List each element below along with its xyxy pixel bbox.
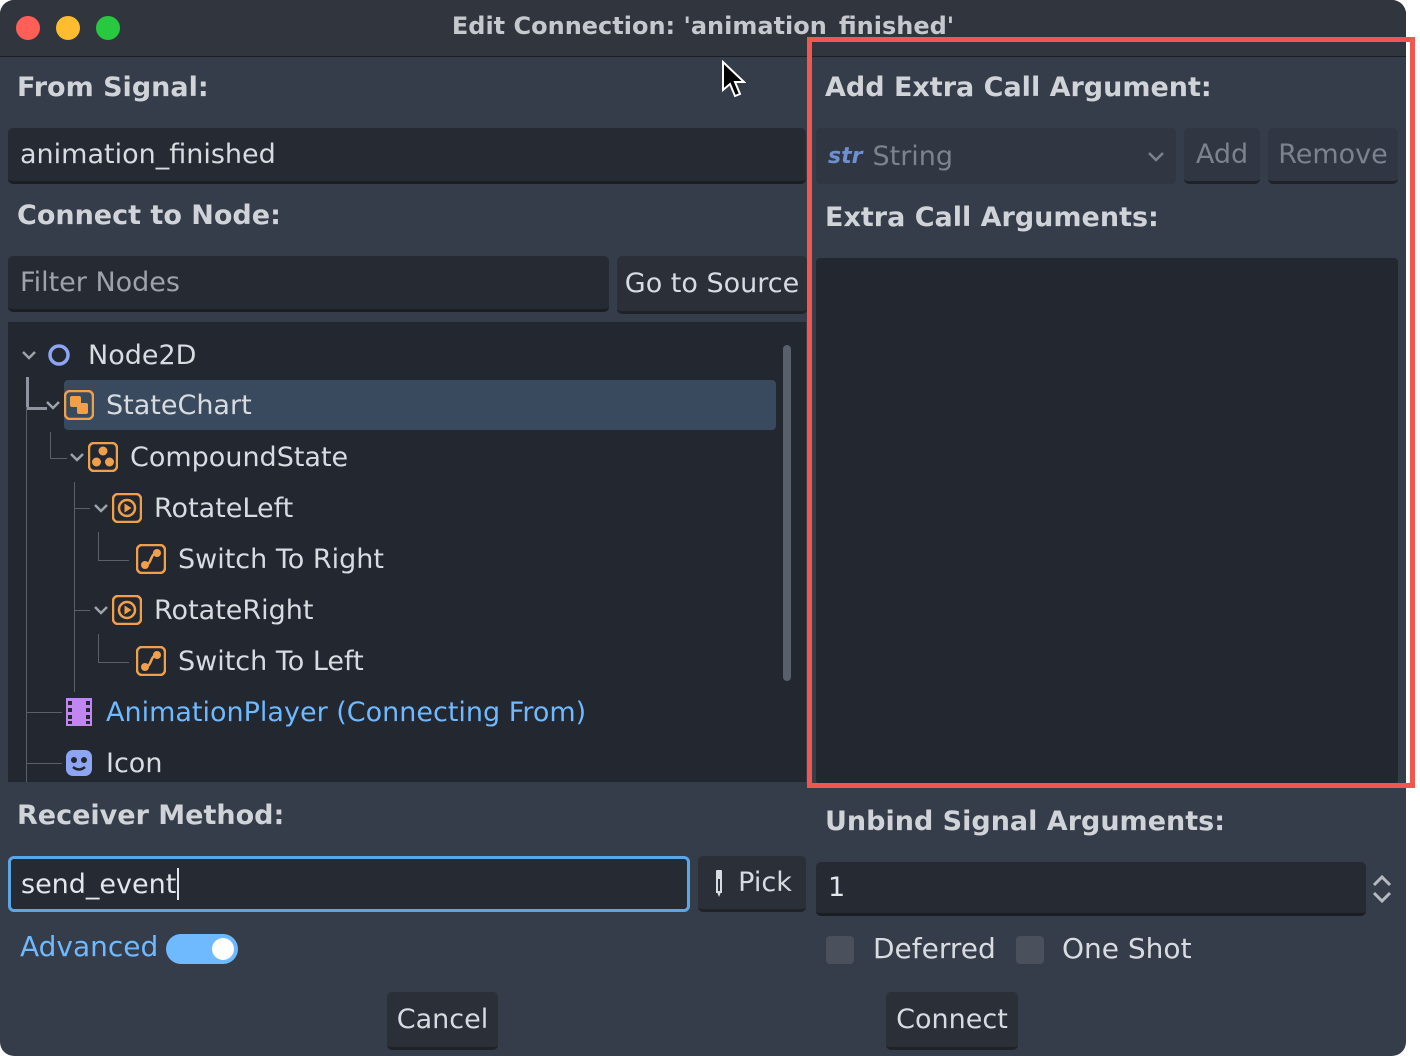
tree-item-label: Icon [106,747,163,779]
unbind-arguments-spinbox[interactable]: 1 [816,862,1366,916]
tree-item-animationplayer[interactable]: AnimationPlayer (Connecting From) [64,687,586,737]
node-tree[interactable]: Node2D StateChart CompoundState RotateLe… [8,322,806,782]
chevron-down-icon[interactable] [44,396,62,414]
deferred-checkbox[interactable] [826,936,854,964]
tree-item-compoundstate[interactable]: CompoundState [64,432,348,482]
filter-nodes-input[interactable]: Filter Nodes [8,256,609,312]
eyedropper-icon [716,869,723,897]
text-caret [177,868,180,900]
film-strip-icon [64,697,94,727]
tree-item-switch-to-right[interactable]: Switch To Right [136,534,384,584]
advanced-label: Advanced [20,930,159,963]
unbind-signal-arguments-label: Unbind Signal Arguments: [825,806,1226,837]
tree-guide [98,634,129,663]
tree-item-label: CompoundState [130,441,349,473]
atomic-state-icon [112,595,142,625]
cancel-button[interactable]: Cancel [387,992,498,1050]
tree-item-label: AnimationPlayer (Connecting From) [106,696,587,728]
spin-arrows-icon[interactable] [1370,874,1394,904]
tree-item-label: StateChart [106,389,252,421]
tree-item-label: RotateLeft [154,492,294,524]
statechart-icon [64,390,94,420]
tree-item-statechart[interactable]: StateChart [64,380,776,430]
tree-guide [26,763,62,764]
tree-item-label: Switch To Right [178,543,384,575]
connect-button[interactable]: Connect [886,992,1018,1050]
tree-item-label: Switch To Left [178,645,364,677]
highlight-box [807,37,1415,788]
advanced-toggle[interactable] [166,934,238,964]
pick-button-label: Pick [738,867,792,898]
one-shot-label: One Shot [1062,932,1192,965]
atomic-state-icon [112,493,142,523]
chevron-down-icon[interactable] [68,448,86,466]
node2d-circle-icon [44,340,74,370]
tree-item-rotateleft[interactable]: RotateLeft [88,483,293,533]
tree-item-icon[interactable]: Icon [64,738,162,782]
transition-icon [136,646,166,676]
connect-to-node-label: Connect to Node: [17,200,281,231]
tree-item-label: RotateRight [154,594,314,626]
godot-face-icon [64,748,94,778]
window-title: Edit Connection: 'animation_finished' [451,12,955,40]
pick-method-button[interactable]: Pick [698,856,806,912]
chevron-down-icon[interactable] [20,346,38,364]
chevron-down-icon[interactable] [92,601,110,619]
receiver-method-value: send_event [21,868,177,900]
toggle-knob [212,938,234,960]
compound-state-icon [88,442,118,472]
tree-item-rotateright[interactable]: RotateRight [88,585,314,635]
receiver-method-input[interactable]: send_event [8,856,690,912]
tree-guide [74,482,75,692]
tree-guide [26,407,27,782]
tree-guide [98,532,129,561]
deferred-label: Deferred [873,932,996,965]
go-to-source-button[interactable]: Go to Source [617,256,807,314]
mouse-pointer-icon [722,60,746,98]
tree-guide [26,712,62,713]
tree-item-node2d[interactable]: Node2D [16,330,196,380]
chevron-down-icon[interactable] [92,499,110,517]
receiver-method-label: Receiver Method: [17,800,285,831]
from-signal-field[interactable]: animation_finished [8,128,806,184]
tree-item-label: Node2D [88,339,197,371]
tree-scrollbar[interactable] [783,345,791,681]
transition-icon [136,544,166,574]
one-shot-checkbox[interactable] [1016,936,1044,964]
from-signal-label: From Signal: [17,72,209,103]
tree-item-switch-to-left[interactable]: Switch To Left [136,636,364,686]
